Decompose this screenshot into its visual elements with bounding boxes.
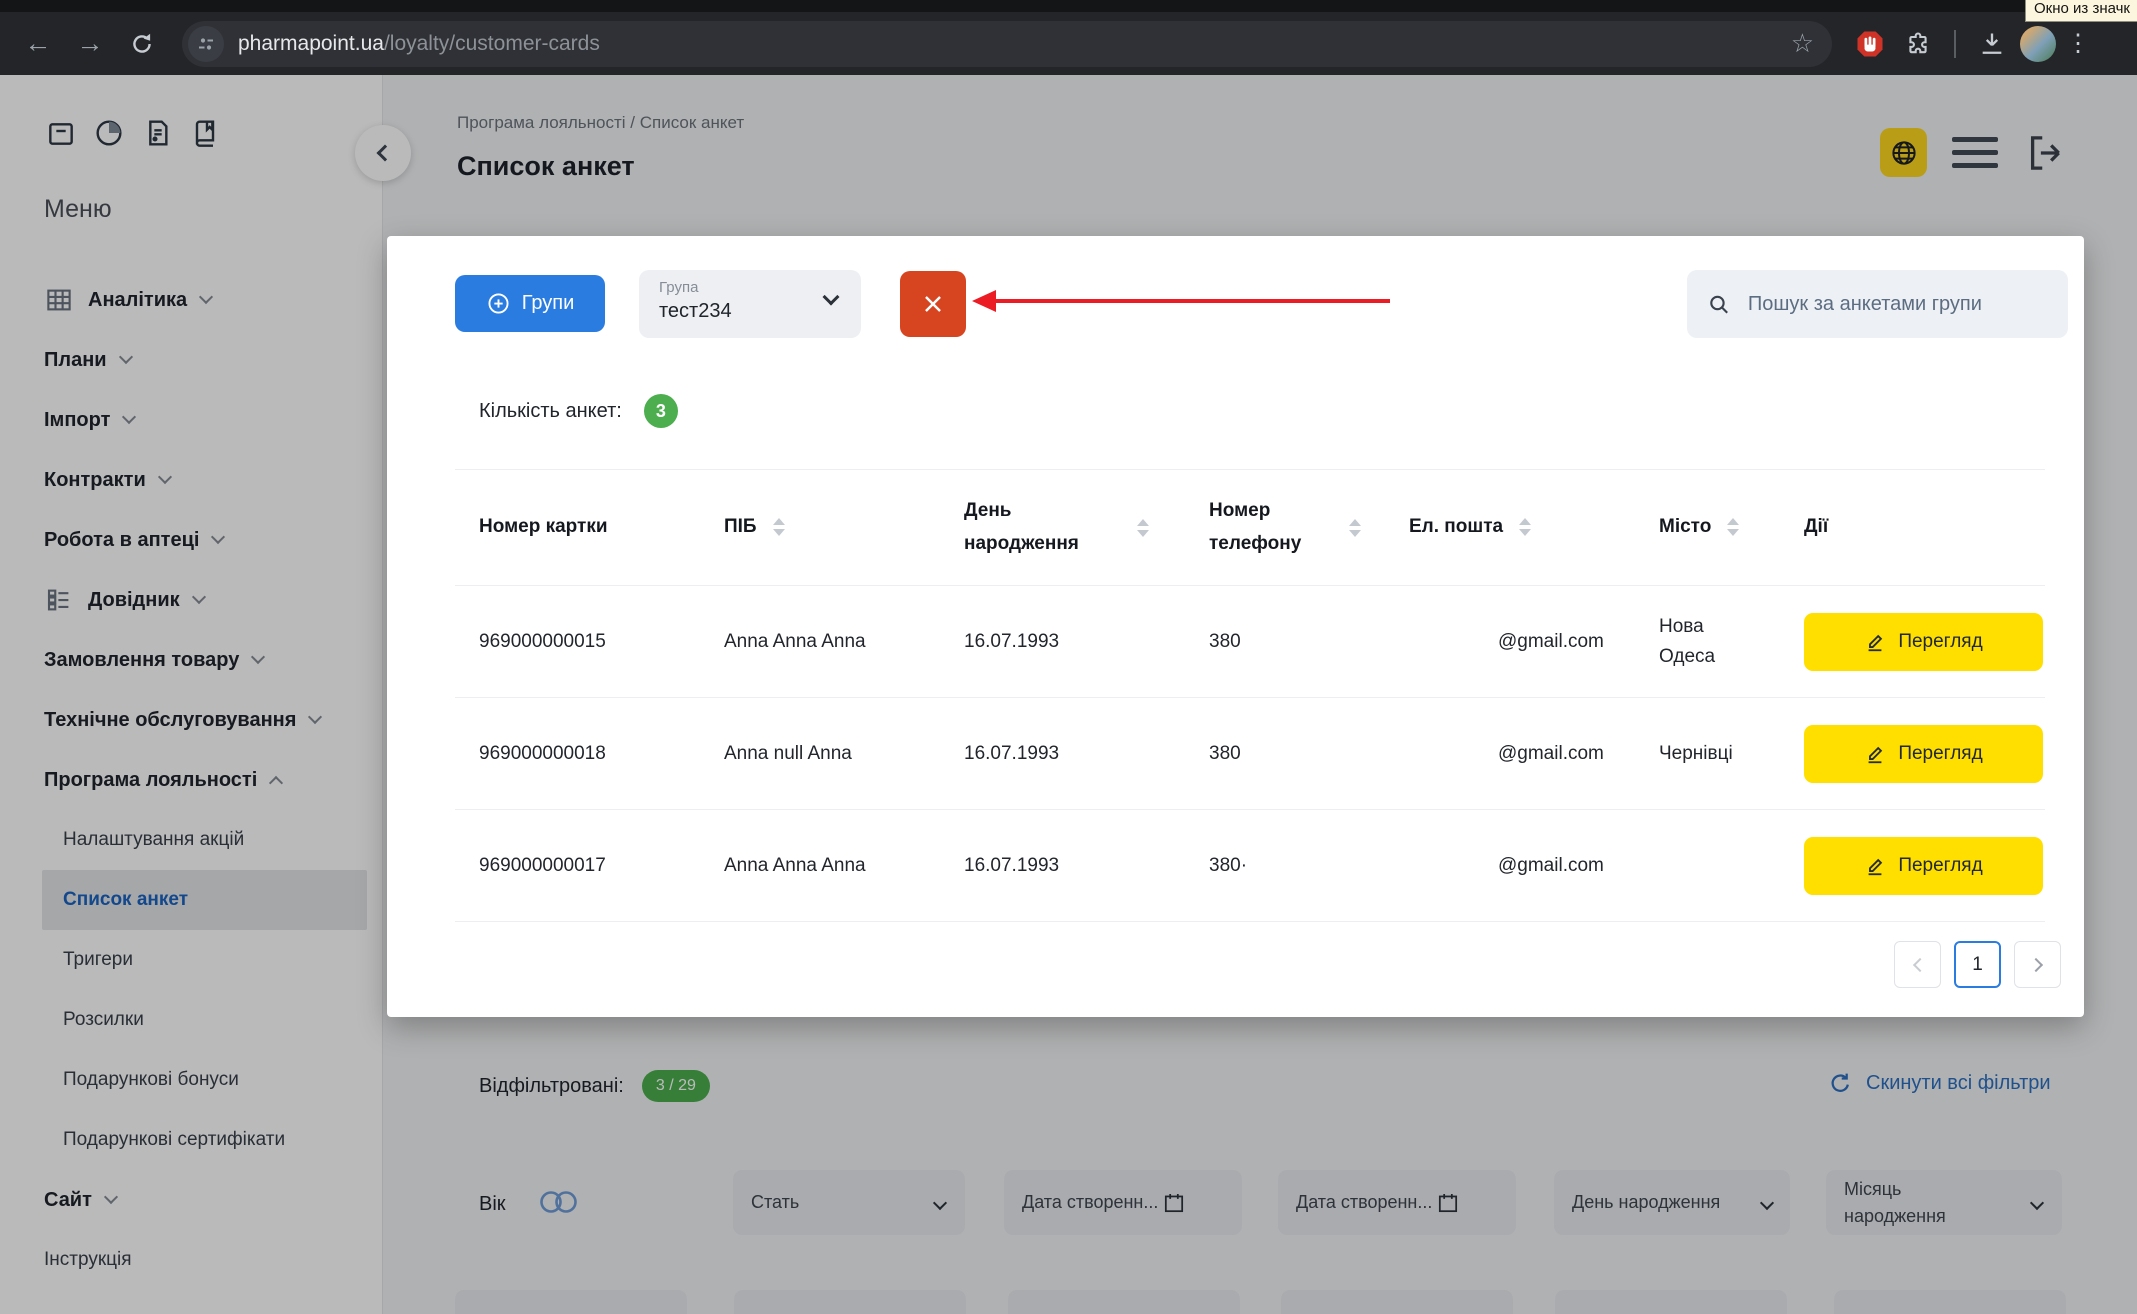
url-text: pharmapoint.ua/loyalty/customer-cards — [238, 32, 1791, 56]
cell-email: @gmail.com — [1385, 627, 1635, 656]
cell-actions: Перегляд — [1780, 837, 2045, 895]
chevron-left-icon — [1912, 957, 1926, 971]
table-row: 969000000017 Anna Anna Anna 16.07.1993 3… — [455, 810, 2045, 922]
customer-table: Номер картки ПІБ День народження Номер т… — [455, 469, 2045, 922]
sort-icon[interactable] — [773, 518, 785, 536]
annotation-arrow — [972, 286, 1392, 316]
pagination-prev-button[interactable] — [1894, 941, 1941, 988]
extensions-puzzle-icon[interactable] — [1898, 24, 1938, 64]
cell-birthday: 16.07.1993 — [940, 627, 1185, 656]
cell-city: Чернівці — [1635, 739, 1760, 768]
edit-pencil-icon — [1864, 631, 1886, 653]
adblock-extension-icon[interactable] — [1850, 24, 1890, 64]
chevron-right-icon — [2028, 957, 2042, 971]
browser-back-button[interactable]: ← — [16, 22, 60, 66]
group-select[interactable]: Група тест234 — [639, 270, 861, 338]
group-select-value: тест234 — [659, 300, 843, 323]
cell-card-number: 969000000017 — [455, 851, 700, 880]
groups-button[interactable]: Групи — [455, 275, 605, 332]
group-select-label: Група — [659, 279, 843, 296]
edit-pencil-icon — [1864, 855, 1886, 877]
bookmark-star-icon[interactable]: ☆ — [1791, 28, 1814, 59]
cell-card-number: 969000000015 — [455, 627, 700, 656]
pagination-page-1[interactable]: 1 — [1954, 941, 2001, 988]
table-row: 969000000018 Anna null Anna 16.07.1993 3… — [455, 698, 2045, 810]
table-header-row: Номер картки ПІБ День народження Номер т… — [455, 470, 2045, 586]
view-button[interactable]: Перегляд — [1804, 725, 2043, 783]
cell-email: @gmail.com — [1385, 851, 1635, 880]
tab-strip — [0, 0, 2137, 12]
pagination-next-button[interactable] — [2014, 941, 2061, 988]
cell-email: @gmail.com — [1385, 739, 1635, 768]
toolbar-divider — [1954, 30, 1956, 58]
col-header-name[interactable]: ПІБ — [700, 511, 940, 543]
reload-icon — [129, 31, 155, 57]
search-icon — [1707, 291, 1731, 318]
view-button[interactable]: Перегляд — [1804, 613, 2043, 671]
address-bar[interactable]: pharmapoint.ua/loyalty/customer-cards ☆ — [182, 21, 1832, 67]
cell-birthday: 16.07.1993 — [940, 851, 1185, 880]
col-header-email[interactable]: Ел. пошта — [1385, 511, 1635, 543]
screen: ← → pharmapoint.ua/loyalty/customer-card… — [0, 0, 2137, 1314]
cell-actions: Перегляд — [1780, 613, 2045, 671]
sort-icon[interactable] — [1519, 518, 1531, 536]
sort-icon[interactable] — [1349, 519, 1361, 537]
col-header-city[interactable]: Місто — [1635, 511, 1780, 543]
sort-icon[interactable] — [1137, 519, 1149, 537]
url-domain: pharmapoint.ua — [238, 32, 384, 55]
search-input[interactable] — [1746, 292, 2048, 317]
cell-city: Нова Одеса — [1635, 612, 1760, 671]
edit-pencil-icon — [1864, 743, 1886, 765]
view-button[interactable]: Перегляд — [1804, 837, 2043, 895]
browser-reload-button[interactable] — [120, 22, 164, 66]
search-box — [1687, 270, 2068, 338]
cell-card-number: 969000000018 — [455, 739, 700, 768]
cell-name: Anna Anna Anna — [700, 851, 940, 880]
downloads-icon[interactable] — [1972, 24, 2012, 64]
browser-menu-icon[interactable]: ⋮ — [2064, 29, 2092, 58]
col-header-phone[interactable]: Номер телефону — [1185, 495, 1385, 560]
col-header-actions: Дії — [1780, 511, 2045, 543]
cell-phone: 380· — [1185, 851, 1385, 880]
cell-name: Anna null Anna — [700, 739, 940, 768]
cell-phone: 380 — [1185, 627, 1385, 656]
browser-forward-button[interactable]: → — [68, 22, 112, 66]
table-row: 969000000015 Anna Anna Anna 16.07.1993 3… — [455, 586, 2045, 698]
system-tooltip: Окно из значк — [2025, 0, 2137, 22]
count-row: Кількість анкет: 3 — [479, 394, 678, 428]
cell-actions: Перегляд — [1780, 725, 2045, 783]
count-badge: 3 — [644, 394, 678, 428]
cell-phone: 380 — [1185, 739, 1385, 768]
url-path: /loyalty/customer-cards — [384, 32, 600, 55]
sort-icon[interactable] — [1727, 518, 1739, 536]
count-label: Кількість анкет: — [479, 400, 622, 423]
col-header-birthday[interactable]: День народження — [940, 495, 1185, 560]
delete-group-button[interactable] — [900, 271, 966, 337]
col-header-card-number: Номер картки — [455, 511, 700, 543]
profile-avatar[interactable] — [2020, 26, 2056, 62]
cell-name: Anna Anna Anna — [700, 627, 940, 656]
customer-cards-panel: Групи Група тест234 Кількість анкет: 3 Н… — [387, 236, 2084, 1017]
cell-birthday: 16.07.1993 — [940, 739, 1185, 768]
groups-button-label: Групи — [522, 292, 575, 315]
site-info-icon[interactable] — [188, 26, 224, 62]
pagination: 1 — [1894, 941, 2061, 988]
plus-circle-icon — [486, 291, 511, 316]
browser-chrome: ← → pharmapoint.ua/loyalty/customer-card… — [0, 0, 2137, 75]
close-icon — [920, 291, 946, 317]
